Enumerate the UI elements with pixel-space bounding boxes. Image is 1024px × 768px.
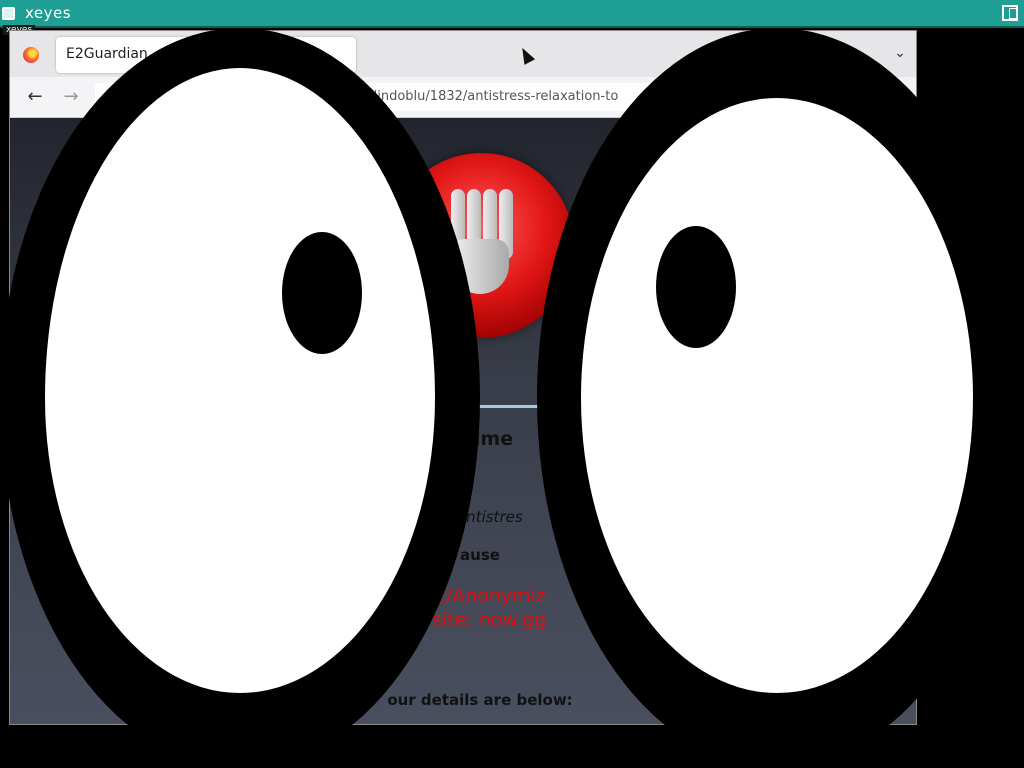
left-pupil xyxy=(282,232,362,354)
window-menu-icon[interactable] xyxy=(2,7,15,20)
right-eye xyxy=(537,28,1017,768)
window-title: xeyes xyxy=(25,4,72,22)
right-pupil xyxy=(656,226,736,348)
left-eye xyxy=(0,28,480,768)
maximize-icon[interactable] xyxy=(1002,5,1018,21)
back-button[interactable]: ← xyxy=(25,87,45,107)
forward-button[interactable]: → xyxy=(61,87,81,107)
chevron-down-icon[interactable]: ⌄ xyxy=(892,45,908,61)
firefox-icon[interactable] xyxy=(23,47,39,63)
window-titlebar[interactable]: xeyes xyxy=(0,0,1024,28)
url-text: dindoblu/1832/antistress-relaxation-to xyxy=(369,89,619,104)
